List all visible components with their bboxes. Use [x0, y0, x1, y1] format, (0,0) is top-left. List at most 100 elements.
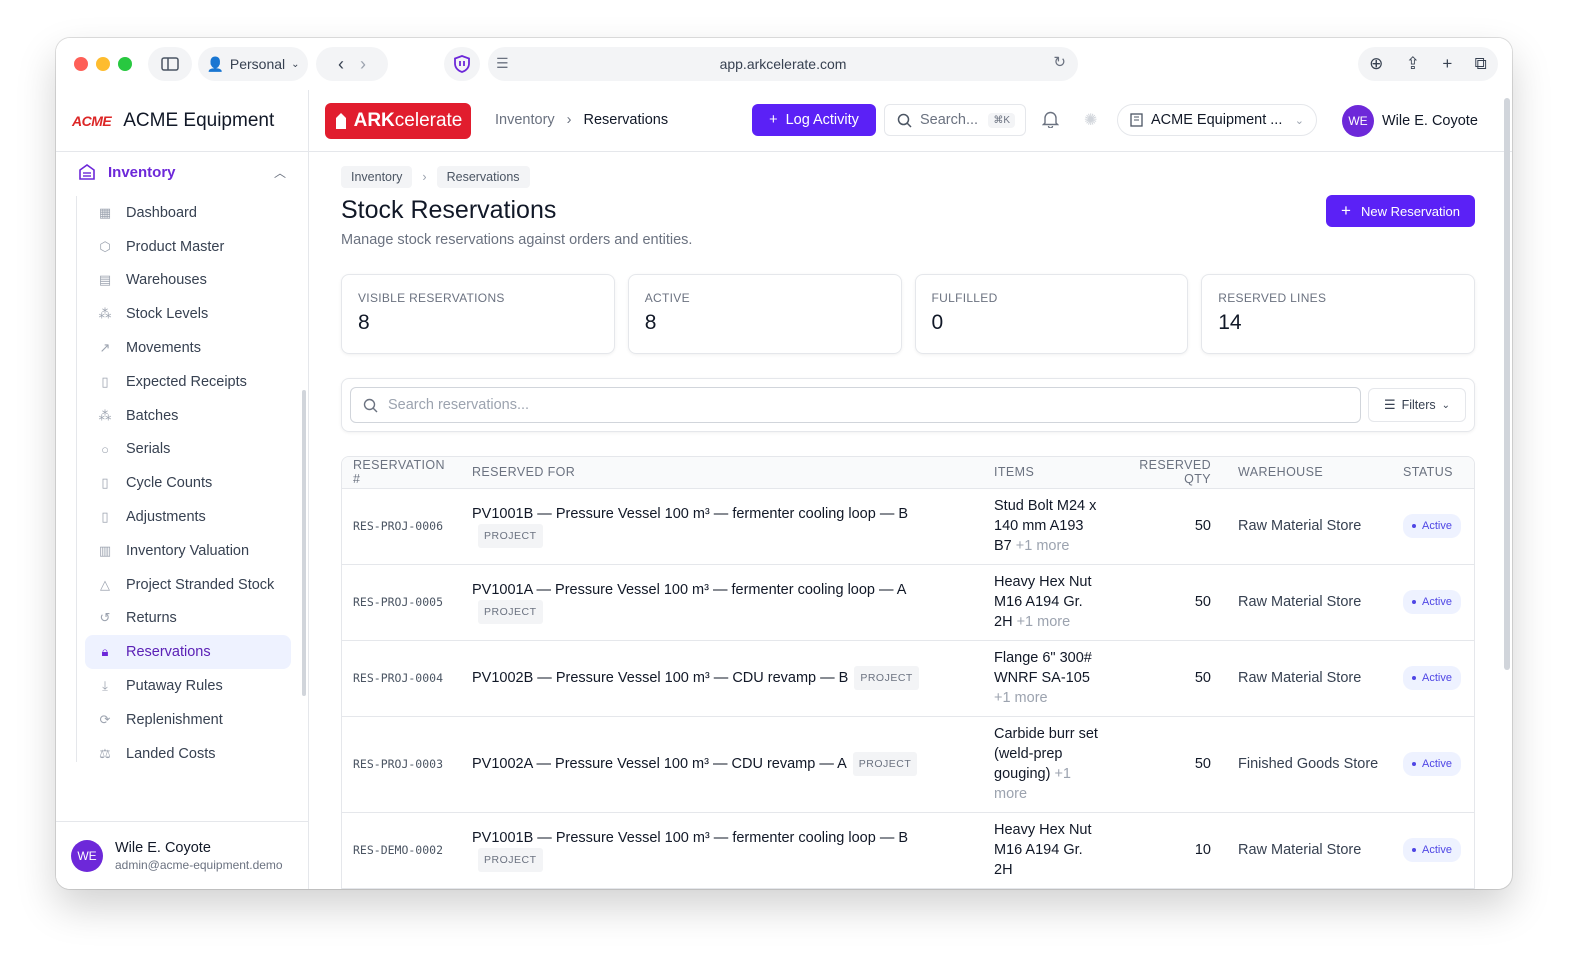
maximize-window-button[interactable]: [118, 57, 132, 71]
status-text: Active: [1422, 520, 1452, 532]
forward-icon[interactable]: ›: [360, 54, 366, 75]
crumb-reservations: Reservations: [436, 166, 530, 188]
header-user-menu[interactable]: WE Wile E. Coyote: [1342, 105, 1478, 137]
sidebar-item-putaway-rules[interactable]: ⤓ Putaway Rules: [85, 669, 291, 703]
stat-label: ACTIVE: [644, 291, 690, 305]
warehouse-icon: ▤: [98, 272, 112, 288]
sidebar-item-label: Reservations: [126, 644, 211, 661]
org-selector[interactable]: ACME Equipment ... ⌄: [1117, 104, 1317, 136]
address-bar[interactable]: ☰ app.arkcelerate.com ↻: [488, 47, 1078, 81]
clipboard-check-icon: ▯: [101, 475, 109, 491]
reservation-number[interactable]: RES-PROJ-0006: [342, 488, 461, 565]
table-row[interactable]: RES-DEMO-0002 PV1001B — Pressure Vessel 1…: [342, 812, 1474, 889]
new-tab-icon[interactable]: +: [1442, 54, 1452, 74]
chevron-down-icon: ⌄: [291, 58, 300, 70]
breadcrumb: Inventory › Reservations: [341, 166, 530, 188]
brand-header[interactable]: ACME ACME Equipment: [56, 90, 308, 152]
page-menu-icon[interactable]: ☰: [496, 55, 512, 71]
crumb-inventory[interactable]: Inventory: [341, 166, 413, 188]
downloads-icon[interactable]: ⊕: [1369, 54, 1383, 74]
user-name: Wile E. Coyote: [115, 839, 211, 856]
sidebar-item-inventory-valuation[interactable]: ▥ Inventory Valuation: [85, 534, 291, 568]
sidebar-item-batches[interactable]: ⁂ Batches: [85, 399, 291, 433]
column-header[interactable]: ITEMS: [983, 457, 1111, 489]
reserved-for-text: PV1001B — Pressure Vessel 100 m³ — ferme…: [472, 830, 909, 846]
sidebar-item-stock-levels[interactable]: ⁂ Stock Levels: [85, 297, 291, 331]
more-items-link[interactable]: +1 more: [1016, 538, 1070, 554]
back-icon[interactable]: ‹: [338, 54, 344, 75]
main-scrollbar[interactable]: [1504, 98, 1510, 670]
sidebar-item-warehouses[interactable]: ▤ Warehouses: [85, 264, 291, 298]
sidebar-item-movements[interactable]: ↗ Movements: [85, 331, 291, 365]
header-user-name: Wile E. Coyote: [1382, 113, 1478, 129]
sidebar-item-reservations[interactable]: 🔒︎ Reservations: [85, 635, 291, 670]
sidebar-item-landed-costs[interactable]: ⚖︎ Landed Costs: [85, 737, 291, 762]
sidebar-scrollbar[interactable]: [302, 390, 306, 696]
filter-bar: Search reservations... ☰ Filters ⌄: [341, 378, 1475, 432]
reservation-number[interactable]: RES-PROJ-0004: [342, 640, 461, 717]
stat-value: 8: [644, 311, 657, 334]
sidebar-item-replenishment[interactable]: ⟳ Replenishment: [85, 703, 291, 737]
org-name: ACME Equipment ...: [1151, 112, 1283, 128]
share-icon[interactable]: ⇪: [1406, 54, 1420, 74]
table-row[interactable]: RES-PROJ-0006 PV1001B — Pressure Vessel 1…: [342, 488, 1474, 565]
sidebar-user[interactable]: WE Wile E. Coyote admin@acme-equipment.d…: [56, 821, 308, 889]
column-header[interactable]: STATUS: [1392, 457, 1474, 489]
chevron-right-icon: ›: [422, 170, 427, 184]
global-search[interactable]: Search... ⌘K: [884, 104, 1026, 136]
stat-label: RESERVED LINES: [1218, 291, 1327, 305]
more-items-link[interactable]: +1 more: [994, 690, 1048, 706]
sidebar-item-product-master[interactable]: ⬡ Product Master: [85, 230, 291, 264]
reservation-search-input[interactable]: Search reservations...: [350, 387, 1361, 423]
tabs-overview-icon[interactable]: ⧉: [1475, 54, 1487, 74]
sidebar-toggle-icon[interactable]: [148, 47, 192, 81]
sidebar-item-returns[interactable]: ↺ Returns: [85, 602, 291, 636]
close-window-button[interactable]: [74, 57, 88, 71]
minimize-window-button[interactable]: [96, 57, 110, 71]
sidebar-item-expected-receipts[interactable]: ▯ Expected Receipts: [85, 365, 291, 399]
status-badge: Active: [1403, 514, 1461, 538]
lock-icon: 🔒︎: [101, 644, 109, 660]
table-row[interactable]: RES-PROJ-0003 PV1002A — Pressure Vessel 1…: [342, 716, 1474, 813]
stat-value: 8: [358, 311, 370, 334]
reservation-number[interactable]: RES-PROJ-0003: [342, 716, 461, 813]
log-activity-button[interactable]: + Log Activity: [752, 104, 876, 136]
more-items-link[interactable]: +1 more: [1017, 614, 1071, 630]
bell-icon[interactable]: [1041, 110, 1060, 133]
app-header: ARKcelerate Inventory › Reservations + L…: [309, 90, 1512, 152]
sidebar-item-dashboard[interactable]: ▦ Dashboard: [85, 196, 291, 230]
sidebar-item-cycle-counts[interactable]: ▯ Cycle Counts: [85, 466, 291, 500]
column-header[interactable]: RESERVATION #: [342, 457, 461, 489]
nav-group-inventory[interactable]: Inventory ︿: [56, 152, 308, 192]
privacy-shield-icon[interactable]: [444, 47, 480, 81]
sidebar-item-project-stranded-stock[interactable]: △ Project Stranded Stock: [85, 568, 291, 602]
shortcut-hint: ⌘K: [988, 112, 1015, 128]
column-header[interactable]: WAREHOUSE: [1227, 457, 1392, 489]
nav-list: ▦ Dashboard ⬡ Product Master ▤ Warehouses ⁂ Sto…: [76, 196, 291, 762]
logo-bold: ARK: [353, 110, 395, 131]
avatar: WE: [1342, 105, 1374, 137]
profile-button[interactable]: 👤 Personal ⌄: [198, 47, 308, 81]
entity-type-tag: PROJECT: [852, 752, 918, 776]
header-crumb-inventory[interactable]: Inventory: [495, 112, 555, 128]
reload-icon[interactable]: ↻: [1053, 55, 1066, 71]
arkcelerate-logo[interactable]: ARKcelerate: [325, 103, 471, 139]
scale-icon: ⚖︎: [99, 745, 111, 761]
status-text: Active: [1422, 758, 1452, 770]
filters-button[interactable]: ☰ Filters ⌄: [1368, 388, 1466, 422]
column-header[interactable]: RESERVED QTY: [1111, 457, 1227, 489]
item-name: Heavy Hex Nut M16 A194 Gr. 2H: [994, 822, 1092, 878]
table-row[interactable]: RES-PROJ-0005 PV1001A — Pressure Vessel 1…: [342, 564, 1474, 641]
status-cell: Active: [1392, 488, 1474, 565]
new-reservation-button[interactable]: + New Reservation: [1326, 195, 1475, 227]
sidebar-item-label: Returns: [126, 610, 177, 627]
reservation-number[interactable]: RES-DEMO-0002: [342, 812, 461, 889]
avatar: WE: [71, 839, 103, 872]
bug-icon[interactable]: ✺: [1084, 110, 1097, 130]
sidebar-item-adjustments[interactable]: ▯ Adjustments: [85, 500, 291, 534]
sidebar-item-serials[interactable]: ○ Serials: [85, 433, 291, 467]
stat-card-reserved-lines: RESERVED LINES 14: [1201, 274, 1475, 354]
table-row[interactable]: RES-PROJ-0004 PV1002B — Pressure Vessel 1…: [342, 640, 1474, 717]
column-header[interactable]: RESERVED FOR: [461, 457, 983, 489]
reservation-number[interactable]: RES-PROJ-0005: [342, 564, 461, 641]
